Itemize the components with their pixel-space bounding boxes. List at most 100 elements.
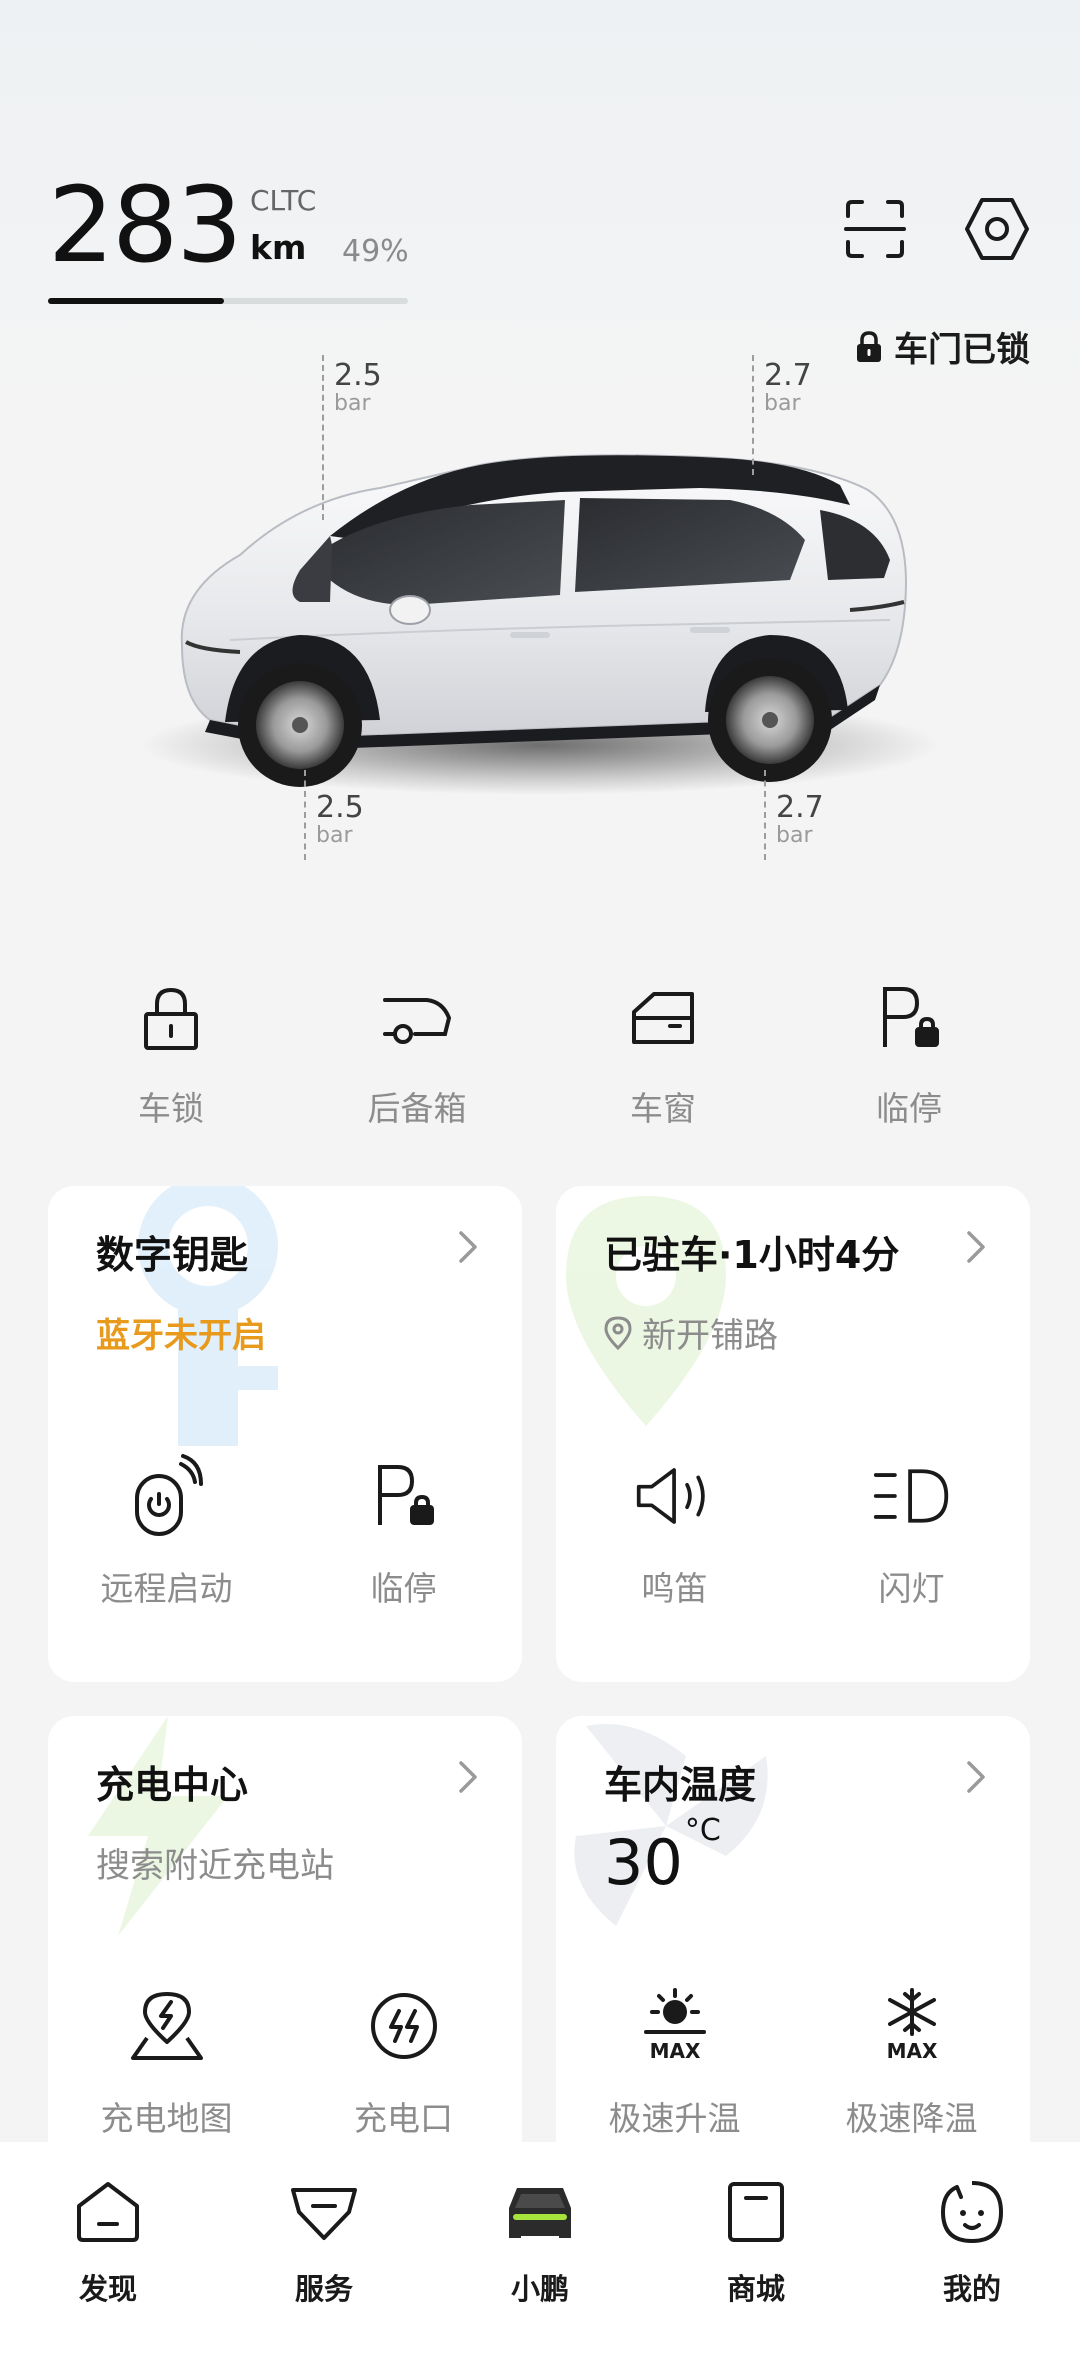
settings-icon xyxy=(965,198,1029,260)
max-heat-button[interactable]: MAX 极速升温 xyxy=(556,1986,793,2140)
charge-port-button[interactable]: 充电口 xyxy=(285,1986,522,2140)
tire-unit: bar xyxy=(776,823,813,848)
card-digital-key[interactable]: 数字钥匙 蓝牙未开启 远程启动 临停 xyxy=(48,1186,522,1682)
nav-item-profile[interactable]: 我的 xyxy=(864,2142,1080,2376)
tire-line-front-left xyxy=(322,355,324,520)
nav-item-service[interactable]: 服务 xyxy=(216,2142,432,2376)
charge-map-button[interactable]: 充电地图 xyxy=(48,1986,285,2140)
temperature-value: 30 xyxy=(604,1826,683,1899)
nav-label: 小鹏 xyxy=(510,2272,569,2306)
range-unit: km xyxy=(250,228,307,267)
card-title: 充电中心 xyxy=(96,1763,249,1807)
quick-control-label: 车窗 xyxy=(630,1089,696,1128)
window-icon xyxy=(632,992,694,1044)
parking-icon xyxy=(883,987,939,1047)
action-label: 充电口 xyxy=(354,2099,453,2138)
chevron-right-icon xyxy=(458,1760,478,1798)
remote-start-icon xyxy=(134,1454,203,1536)
location-text: 新开铺路 xyxy=(642,1316,778,1356)
chevron-right-icon xyxy=(458,1230,478,1268)
shop-icon xyxy=(728,2182,784,2242)
chevron-right-icon xyxy=(966,1760,986,1798)
max-badge: MAX xyxy=(886,2039,937,2063)
trunk-icon xyxy=(383,998,452,1044)
tire-rear-right: 2.7 bar xyxy=(776,790,824,848)
cabin-temperature: 30°C xyxy=(604,1813,721,1899)
tire-front-left: 2.5 bar xyxy=(334,358,382,416)
action-label: 极速降温 xyxy=(845,2099,978,2138)
tire-unit: bar xyxy=(316,823,353,848)
quick-control-lock[interactable]: 车锁 xyxy=(48,980,294,1130)
scan-button[interactable] xyxy=(840,194,910,264)
max-heat-icon: MAX xyxy=(643,1988,706,2063)
action-label: 远程启动 xyxy=(100,1569,233,1608)
tire-unit: bar xyxy=(764,391,801,416)
horn-icon xyxy=(636,1468,705,1524)
scan-icon xyxy=(844,200,906,258)
car-icon xyxy=(509,2188,571,2238)
flash-lights-button[interactable]: 闪灯 xyxy=(793,1456,1030,1610)
chevron-right-icon xyxy=(966,1230,986,1268)
lock-icon xyxy=(144,987,198,1050)
action-label: 临停 xyxy=(370,1569,437,1608)
max-badge: MAX xyxy=(649,2039,700,2063)
nav-label: 商城 xyxy=(726,2272,785,2306)
charge-watermark-icon xyxy=(88,1716,228,1936)
battery-bar xyxy=(48,298,408,304)
tire-rear-left: 2.7 bar xyxy=(764,358,812,416)
tire-value: 2.5 xyxy=(334,358,382,393)
action-label: 极速升温 xyxy=(608,2099,741,2138)
tire-line-rear-left xyxy=(752,355,754,475)
discover-icon xyxy=(77,2182,139,2242)
tire-value: 2.5 xyxy=(316,790,364,825)
car-image xyxy=(140,454,940,795)
card-charging[interactable]: 充电中心 搜索附近充电站 充电地图 充电口 xyxy=(48,1716,522,2176)
nav-item-discover[interactable]: 发现 xyxy=(0,2142,216,2376)
quick-control-parking[interactable]: 临停 xyxy=(786,980,1032,1130)
quick-control-trunk[interactable]: 后备箱 xyxy=(294,980,540,1130)
action-label: 闪灯 xyxy=(878,1569,945,1608)
quick-control-label: 车锁 xyxy=(138,1089,204,1128)
nav-label: 发现 xyxy=(78,2272,137,2306)
max-cool-button[interactable]: MAX 极速降温 xyxy=(793,1986,1030,2140)
headlight-icon xyxy=(873,1469,948,1523)
range-value: 283 xyxy=(48,164,243,286)
card-cabin-temp[interactable]: 车内温度 30°C MAX 极速升温 MAX 极速降温 xyxy=(556,1716,1030,2176)
parked-location: 新开铺路 xyxy=(604,1308,778,1357)
service-icon xyxy=(291,2188,357,2240)
bottom-navigation: 发现 服务 小鹏 商城 我的 xyxy=(0,2142,1080,2376)
nav-item-xpeng[interactable]: 小鹏 xyxy=(432,2142,648,2376)
action-label: 鸣笛 xyxy=(641,1569,708,1608)
nav-label: 我的 xyxy=(942,2272,1001,2306)
vehicle-view: 2.5 bar 2.7 bar 2.5 bar 2.7 bar xyxy=(0,340,1080,880)
max-cool-icon: MAX xyxy=(886,1988,937,2063)
battery-percent: 49% xyxy=(342,234,409,269)
quick-control-label: 后备箱 xyxy=(367,1089,467,1128)
remote-start-button[interactable]: 远程启动 xyxy=(48,1454,285,1610)
quick-controls: 车锁 后备箱 车窗 临停 xyxy=(0,980,1080,1130)
tire-value: 2.7 xyxy=(776,790,824,825)
profile-icon xyxy=(940,2181,1004,2244)
parking-icon xyxy=(377,1465,434,1525)
card-parked[interactable]: 已驻车·1小时4分 新开铺路 鸣笛 闪灯 xyxy=(556,1186,1030,1682)
card-title: 数字钥匙 xyxy=(96,1233,249,1277)
settings-button[interactable] xyxy=(962,194,1032,264)
range-standard: CLTC xyxy=(250,184,317,217)
horn-button[interactable]: 鸣笛 xyxy=(556,1456,793,1610)
card-title: 已驻车·1小时4分 xyxy=(604,1233,900,1277)
nav-item-shop[interactable]: 商城 xyxy=(648,2142,864,2376)
nav-label: 服务 xyxy=(294,2272,353,2306)
action-label: 充电地图 xyxy=(100,2099,233,2138)
tire-line-front-right xyxy=(304,770,306,860)
temperature-unit: °C xyxy=(684,1813,721,1849)
tire-value: 2.7 xyxy=(764,358,812,393)
bluetooth-status: 蓝牙未开启 xyxy=(96,1316,266,1356)
card-title: 车内温度 xyxy=(604,1763,757,1807)
battery-bar-fill xyxy=(48,298,225,304)
quick-control-label: 临停 xyxy=(876,1089,942,1128)
charge-map-icon xyxy=(130,1992,203,2060)
charge-port-icon xyxy=(370,1993,437,2059)
quick-control-window[interactable]: 车窗 xyxy=(540,980,786,1130)
parking-button[interactable]: 临停 xyxy=(285,1456,522,1610)
tire-unit: bar xyxy=(334,391,371,416)
